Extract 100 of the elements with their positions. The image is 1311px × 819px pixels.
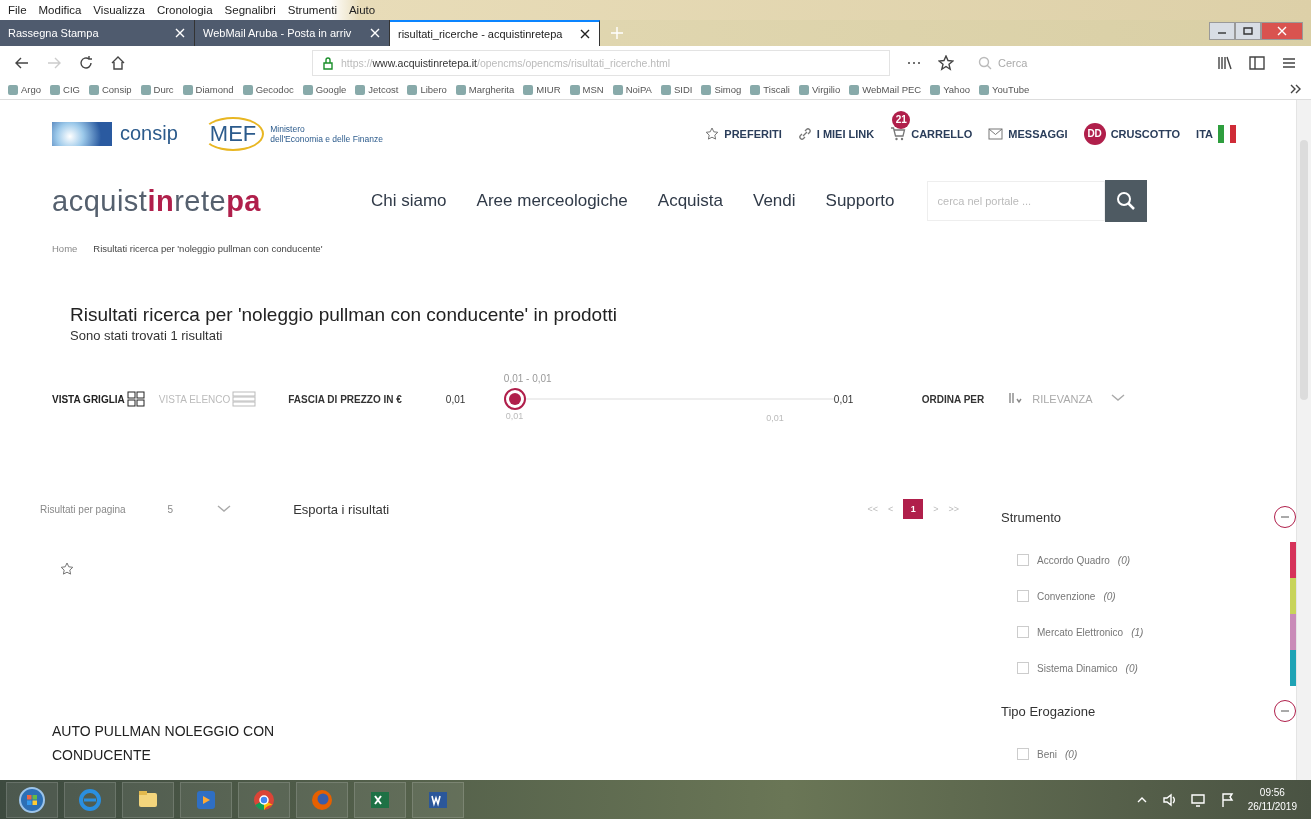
language-selector[interactable]: ITA (1196, 124, 1236, 143)
star-icon[interactable] (938, 55, 954, 71)
bookmark-item[interactable]: Durc (140, 84, 174, 95)
menu-item[interactable]: Segnalibri (224, 4, 276, 16)
bookmark-item[interactable]: Diamond (182, 84, 234, 95)
chevron-down-icon (1110, 393, 1125, 402)
menu-item[interactable]: Strumenti (287, 4, 337, 16)
bookmark-item[interactable]: Consip (88, 84, 132, 95)
page-title: Risultati ricerca per 'noleggio pullman con conducente' in prodotti (70, 304, 618, 326)
close-button[interactable] (1261, 22, 1303, 40)
browser-tab[interactable]: risultati_ricerche - acquistinretepa (390, 20, 600, 46)
bookmark-item[interactable]: NoiPA (612, 84, 652, 95)
header-link[interactable]: I MIEI LINK (797, 126, 875, 141)
bookmark-item[interactable]: MIUR (523, 84, 561, 95)
nav-link[interactable]: Acquista (657, 191, 723, 212)
bookmark-item[interactable]: Margherita (455, 84, 515, 95)
close-icon[interactable] (579, 28, 591, 40)
collapse-icon[interactable] (1274, 700, 1296, 722)
clock[interactable]: 09:56 26/11/2019 (1247, 785, 1297, 814)
library-icon[interactable] (1217, 55, 1233, 71)
min-price: 0,01 (445, 393, 467, 405)
nav-link[interactable]: Vendi (753, 191, 796, 212)
star-icon (705, 126, 720, 141)
address-field[interactable]: https://www.acquistinretepa.it/opencms/opencms/risultati_ricerche.html (312, 50, 890, 76)
header-link[interactable]: DD CRUSCOTTO (1083, 122, 1181, 145)
sort-label: ORDINA PER (921, 393, 985, 405)
bookmark-item[interactable]: Argo (8, 84, 42, 95)
minimize-button[interactable] (1209, 22, 1235, 40)
menu-item[interactable]: Aiuto (348, 4, 376, 16)
menu-item[interactable]: Visualizza (93, 4, 145, 16)
grid-icon (126, 391, 145, 407)
mail-icon (988, 127, 1004, 140)
link-icon (797, 126, 812, 141)
breadcrumb-item: Risultati ricerca per 'noleggio pullman con conducente' (93, 243, 323, 254)
consip-wordmark: consip (120, 122, 178, 146)
cart-icon (890, 126, 907, 141)
browser-tab[interactable]: Rassegna Stampa (0, 20, 195, 46)
speaker-icon[interactable] (1161, 791, 1176, 808)
start-icon[interactable] (6, 781, 58, 818)
nav-link[interactable]: Aree merceologiche (476, 191, 628, 212)
menu-icon[interactable] (1281, 55, 1297, 71)
filter-option[interactable]: Convenzione (0) (1001, 590, 1290, 602)
chevron-icon[interactable] (1289, 82, 1303, 95)
flag-icon[interactable] (1219, 791, 1234, 808)
view-toggle[interactable]: VISTA GRIGLIA (52, 391, 145, 407)
bookmark-item[interactable]: WebMail PEC (849, 84, 922, 95)
filter-group-title: Tipo Erogazione (1001, 703, 1096, 719)
ministry-name: Ministero dell'Economia e delle Finanze (270, 123, 383, 144)
cart-count-badge: 21 (892, 110, 911, 129)
bookmark-item[interactable]: YouTube (978, 84, 1030, 95)
sidebar-icon[interactable] (1249, 55, 1265, 71)
slider-handle[interactable] (503, 388, 526, 410)
menu-item[interactable]: Cronologia (156, 4, 213, 16)
product-title[interactable]: AUTO PULLMAN NOLEGGIO CON CONDUCENTE (52, 719, 292, 767)
handle-value: 0,01 (505, 411, 524, 421)
search-icon (1115, 191, 1136, 212)
bookmark-item[interactable]: Jetcost (355, 84, 399, 95)
price-range-value: 0,01 - 0,01 (503, 373, 552, 384)
back-icon[interactable] (14, 55, 30, 71)
page-link[interactable]: 1 (903, 499, 924, 519)
header-link[interactable]: PREFERITI (705, 126, 782, 141)
sort-icon (1008, 391, 1023, 405)
bookmark-item[interactable]: CIG (50, 84, 80, 95)
nav-link[interactable]: Chi siamo (371, 191, 447, 212)
nav-link[interactable]: Supporto (825, 191, 895, 212)
bookmark-item[interactable]: Gecodoc (242, 84, 294, 95)
user-avatar: DD (1083, 122, 1106, 145)
maximize-button[interactable] (1235, 22, 1261, 40)
filter-option[interactable]: Accordo Quadro (0) (1001, 554, 1290, 566)
search-button[interactable] (1104, 180, 1147, 223)
close-icon (1276, 25, 1288, 37)
site-logo[interactable]: acquistinretepa (52, 184, 261, 218)
bookmark-item[interactable]: SIDI (660, 84, 693, 95)
results-count: Sono stati trovati 1 risultati (70, 328, 224, 343)
menu-item[interactable]: Modifica (38, 4, 82, 16)
bookmark-item[interactable]: Virgilio (798, 84, 841, 95)
reload-icon[interactable] (78, 55, 94, 71)
maximize-icon (1242, 26, 1254, 36)
filter-option[interactable]: Sistema Dinamico (0) (1001, 662, 1290, 674)
filter-option[interactable]: Mercato Elettronico (1) (1001, 626, 1290, 638)
collapse-icon[interactable] (1274, 506, 1296, 528)
per-page-dropdown[interactable]: 5 (167, 503, 232, 515)
bookmark-item[interactable]: Simog (701, 84, 742, 95)
menu-item[interactable]: File (8, 4, 27, 16)
bookmark-item[interactable]: Libero (407, 84, 447, 95)
header-link[interactable]: CARRELLO (890, 126, 973, 141)
browser-tab[interactable]: WebMail Aruba - Posta in arriv (195, 20, 390, 46)
export-link[interactable]: Esporta i risultati (293, 501, 390, 517)
header-link[interactable]: MESSAGGI (988, 127, 1068, 140)
filter-option[interactable]: Beni (0) (1001, 748, 1296, 760)
search-icon (978, 56, 992, 70)
chevron-down-icon (217, 503, 232, 513)
italian-flag-icon (1218, 124, 1236, 143)
bookmark-item[interactable]: Google (302, 84, 347, 95)
bookmark-item[interactable]: Yahoo (930, 84, 970, 95)
breadcrumb-item[interactable]: Home (52, 243, 78, 254)
filter-group-title: Strumento (1001, 509, 1061, 525)
home-icon[interactable] (110, 55, 126, 71)
bookmark-item[interactable]: Tiscali (750, 84, 790, 95)
bookmark-item[interactable]: MSN (569, 84, 604, 95)
